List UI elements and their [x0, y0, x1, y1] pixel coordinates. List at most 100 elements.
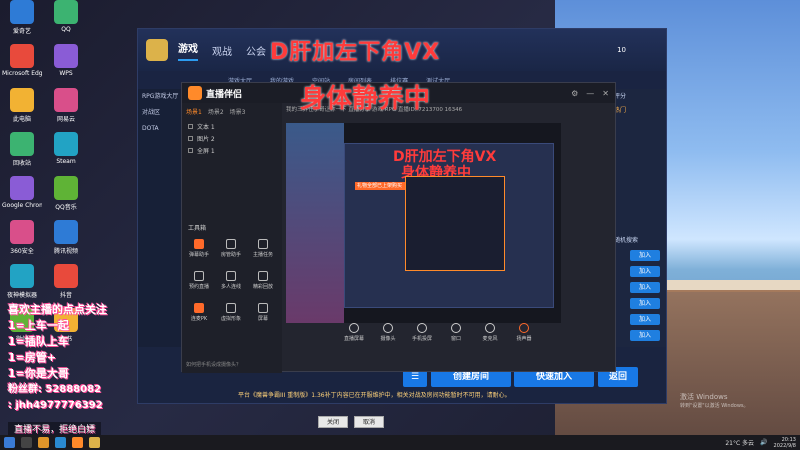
- volume-icon[interactable]: 🔊: [760, 439, 767, 446]
- window-icon: [451, 323, 461, 333]
- activation-title: 激活 Windows: [680, 393, 728, 401]
- live-companion-window: 直播伴侣 ⚙ — ✕ 我的三界任宁哥让你一下 直播分享 游戏 RPG 直播ID:…: [181, 82, 616, 373]
- settings-icon[interactable]: ⚙: [571, 89, 578, 98]
- join-button[interactable]: 加入: [630, 266, 660, 277]
- desktop-icon[interactable]: 网易云: [46, 88, 86, 128]
- tool-label: 连麦PK: [190, 316, 208, 322]
- app-icon: [54, 44, 78, 68]
- desktop-icon[interactable]: QQ: [46, 0, 86, 40]
- stream-overlay-text-2: 身体静养中: [300, 84, 431, 114]
- cancel-button[interactable]: 取消: [354, 416, 384, 428]
- desktop-icon[interactable]: 360安全: [2, 220, 42, 260]
- scene-tab[interactable]: 场景2: [208, 107, 224, 116]
- sidebar-item-battle[interactable]: 对战区: [138, 105, 182, 121]
- app-icon: [10, 44, 34, 68]
- visibility-checkbox[interactable]: [188, 123, 193, 129]
- promo-line: 1=房管+: [8, 351, 57, 364]
- weather-text[interactable]: 21°C 多云: [725, 438, 754, 447]
- desktop-icon[interactable]: Microsoft Edge: [2, 44, 42, 84]
- tab-guild[interactable]: 公会: [246, 43, 266, 58]
- desktop-icon-label: 夜神模拟器: [6, 292, 37, 299]
- desktop-icon[interactable]: Google Chrome: [2, 176, 42, 216]
- scene-tab[interactable]: 场景3: [230, 107, 246, 116]
- desktop-icon[interactable]: WPS: [46, 44, 86, 84]
- app-icon: [10, 0, 34, 24]
- explorer-icon[interactable]: [38, 437, 49, 448]
- system-tray: 21°C 多云 🔊 20:13 2022/9/8: [725, 437, 800, 449]
- tool-schedule[interactable]: 预约直播: [186, 271, 212, 293]
- scene-tab[interactable]: 场景1: [186, 107, 202, 116]
- join-button[interactable]: 加入: [630, 298, 660, 309]
- tool-room-admin[interactable]: 房管助手: [218, 239, 244, 261]
- source-item[interactable]: 图片 2: [182, 132, 282, 144]
- join-button[interactable]: 加入: [630, 250, 660, 261]
- camera-help-link[interactable]: 如何把手机设成摄像头？: [182, 357, 282, 373]
- visibility-checkbox[interactable]: [188, 135, 193, 141]
- calendar-icon: [194, 271, 204, 281]
- join-button[interactable]: 加入: [630, 282, 660, 293]
- start-icon[interactable]: [4, 437, 15, 448]
- live-app-icon[interactable]: [72, 437, 83, 448]
- tool-pk[interactable]: 连麦PK: [186, 303, 212, 325]
- right-random-search[interactable]: 随机搜索: [614, 235, 660, 245]
- desktop-icon[interactable]: 回收站: [2, 132, 42, 172]
- visibility-checkbox[interactable]: [188, 147, 193, 153]
- tool-multi-link[interactable]: 多人连线: [218, 271, 244, 293]
- tab-watch[interactable]: 观战: [212, 43, 232, 58]
- tool-replay[interactable]: 精彩回放: [250, 271, 276, 293]
- close-button[interactable]: 关闭: [318, 416, 348, 428]
- browser-icon[interactable]: [55, 437, 66, 448]
- live-source-toolbar: 直播屏幕 摄像头 手机投屏 窗口 麦克风 扬声器: [342, 323, 612, 351]
- app-icon: [10, 220, 34, 244]
- desktop-icon[interactable]: 抖音: [46, 264, 86, 304]
- preview-nested-window: D肝加左下角VX 身体静养中 礼物全部已上架购买: [344, 143, 554, 308]
- desktop-icon-label: 360安全: [10, 248, 34, 255]
- phone-icon: [417, 323, 427, 333]
- wechat-id: : jhh4977776392: [8, 400, 103, 411]
- live-preview-canvas[interactable]: D肝加左下角VX 身体静养中 礼物全部已上架购买: [286, 123, 561, 323]
- desktop-icon[interactable]: 夜神模拟器: [2, 264, 42, 304]
- add-window-button[interactable]: 窗口: [444, 323, 468, 351]
- game-logo-icon: [146, 39, 168, 61]
- desktop-icon-label: QQ音乐: [55, 204, 77, 211]
- add-camera-button[interactable]: 摄像头: [376, 323, 400, 351]
- sidebar-item-rpg[interactable]: RPG游戏大厅: [138, 89, 182, 105]
- streamer-promo-overlay: 喜欢主播的点点关注 1=上车一起 1=插队上车 1=房管+ 1=你是大哥 粉丝群…: [8, 302, 188, 414]
- tool-danmaku[interactable]: 弹幕助手: [186, 239, 212, 261]
- tab-game[interactable]: 游戏: [178, 40, 198, 61]
- toolbar-label: 手机投屏: [411, 336, 432, 342]
- right-hot[interactable]: 热门: [614, 105, 660, 115]
- promo-line: 1=你是大哥: [8, 367, 69, 380]
- desktop-icon[interactable]: Steam: [46, 132, 86, 172]
- join-button[interactable]: 加入: [630, 330, 660, 341]
- microphone-button[interactable]: 麦克风: [478, 323, 502, 351]
- close-icon[interactable]: ✕: [602, 89, 609, 98]
- desktop-icon-label: 爱奇艺: [12, 28, 31, 35]
- windows-activation-watermark: 激活 Windows 转到"设置"以激活 Windows。: [680, 392, 749, 409]
- desktop-icon-label: 抖音: [59, 292, 72, 299]
- tool-label: 预约直播: [188, 284, 209, 290]
- minimize-icon[interactable]: —: [586, 89, 594, 98]
- desktop-icon[interactable]: 此电脑: [2, 88, 42, 128]
- tool-avatar[interactable]: 虚拟形象: [218, 303, 244, 325]
- desktop-icon[interactable]: 爱奇艺: [2, 0, 42, 40]
- search-icon[interactable]: [21, 437, 32, 448]
- toolbar-label: 摄像头: [380, 336, 396, 342]
- tool-label: 虚拟形象: [220, 316, 241, 322]
- source-item[interactable]: 全屏 1: [182, 144, 282, 156]
- desktop-icon-label: Steam: [56, 158, 76, 165]
- speaker-button[interactable]: 扬声器: [512, 323, 536, 351]
- toolbar-label: 窗口: [450, 336, 461, 342]
- desktop-icon[interactable]: 腾讯视频: [46, 220, 86, 260]
- desktop-icon[interactable]: QQ音乐: [46, 176, 86, 216]
- tool-anchor-task[interactable]: 主播任务: [250, 239, 276, 261]
- join-button[interactable]: 加入: [630, 314, 660, 325]
- phone-cast-button[interactable]: 手机投屏: [410, 323, 434, 351]
- clock[interactable]: 20:13 2022/9/8: [774, 437, 796, 449]
- tool-screen[interactable]: 屏幕: [250, 303, 276, 325]
- add-screen-button[interactable]: 直播屏幕: [342, 323, 366, 351]
- tool-label: 主播任务: [252, 252, 273, 258]
- game-app-icon[interactable]: [89, 437, 100, 448]
- sidebar-item-dota[interactable]: DOTA: [138, 121, 182, 137]
- source-item[interactable]: 文本 1: [182, 120, 282, 132]
